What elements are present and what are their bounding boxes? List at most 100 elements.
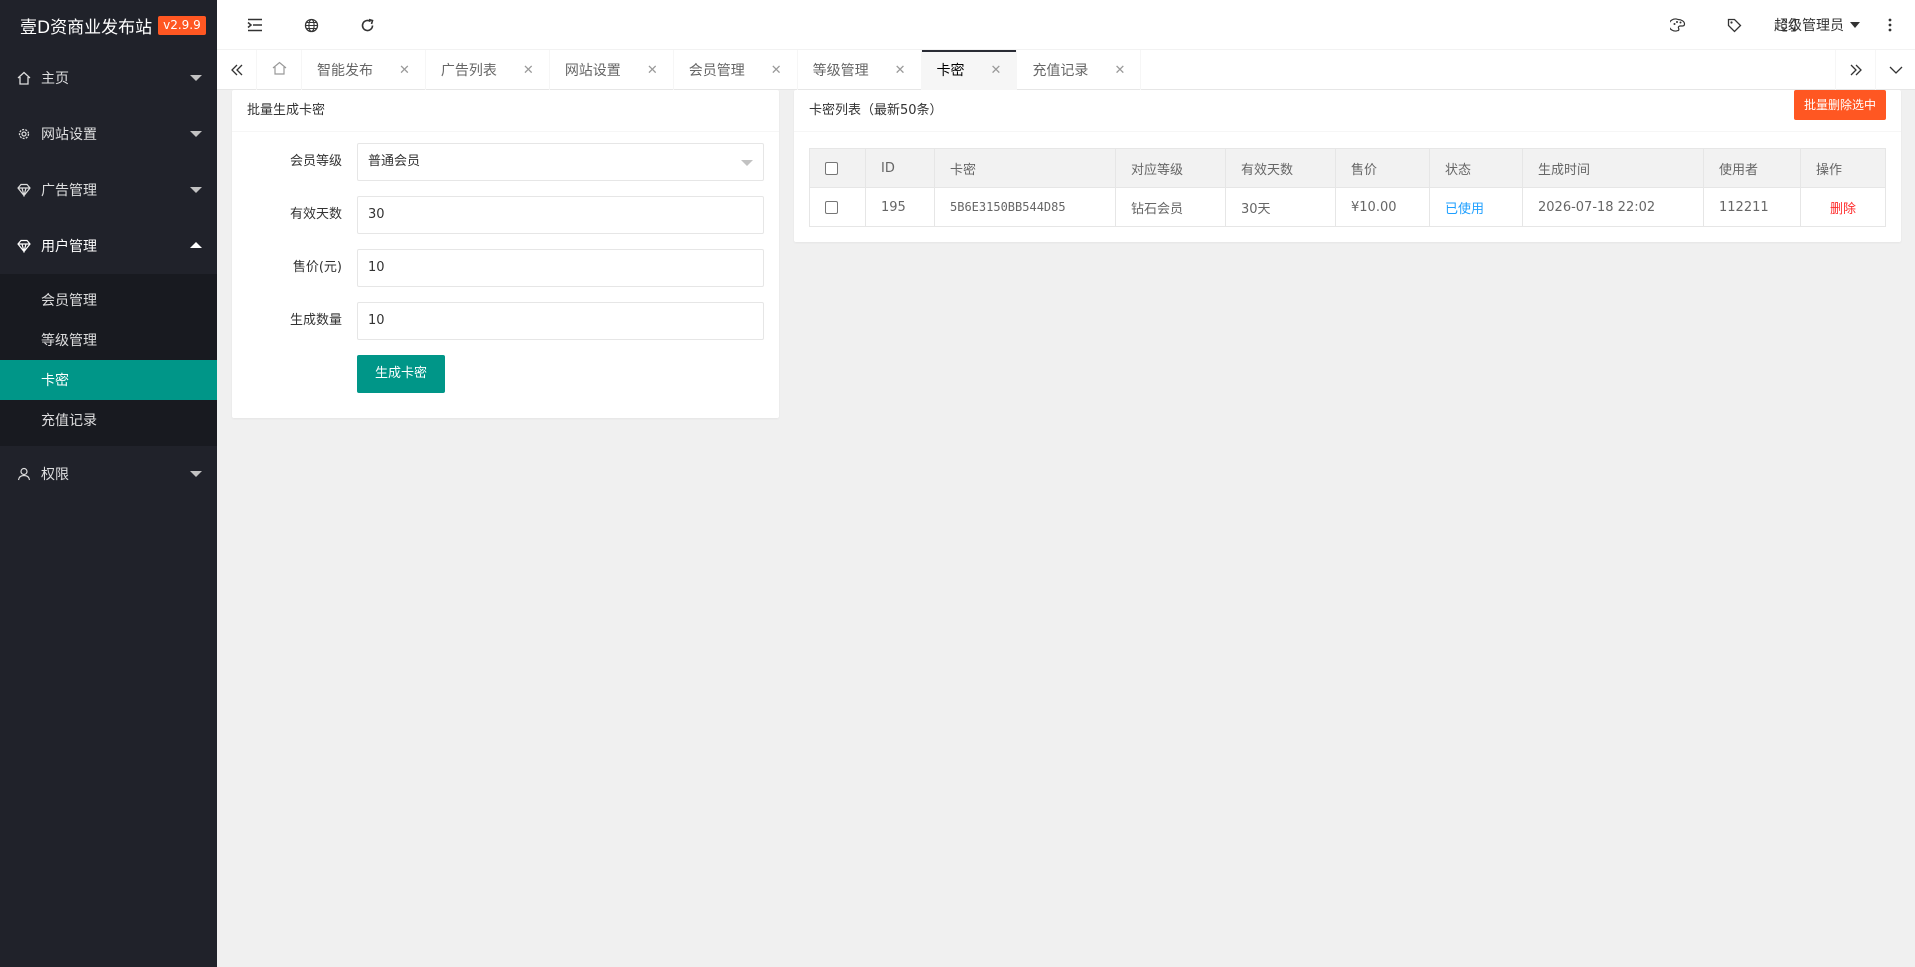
tag-icon[interactable] [1714,0,1754,50]
batch-delete-button[interactable]: 批量删除选中 [1793,90,1886,120]
sidebar-item-home[interactable]: 主页 [0,50,217,106]
menu-toggle-icon[interactable] [235,0,275,50]
close-icon[interactable]: ✕ [523,63,534,78]
chevron-down-icon [741,160,753,166]
cell-days: 30天 [1225,187,1336,227]
user-menu[interactable]: 超级管理员 [1774,0,1860,50]
tab-cards[interactable]: 卡密 ✕ [921,50,1018,90]
chevron-up-icon [190,242,202,248]
column-header: 有效天数 [1225,148,1336,188]
tabs-prev-icon[interactable] [217,50,257,90]
tabs-next-icon[interactable] [1835,50,1875,90]
price-label: 售价(元) [292,260,342,275]
column-header: 售价 [1335,148,1430,188]
count-input[interactable]: 10 [357,302,764,340]
level-label: 会员等级 [289,154,342,169]
sidebar-item-label: 网站设置 [41,127,97,143]
sidebar-item-users[interactable]: 用户管理 [0,218,217,274]
delete-link[interactable]: 删除 [1800,187,1886,227]
tab-home[interactable] [257,50,302,90]
app-title: 壹D资商业发布站 [20,17,153,38]
tab-label: 会员管理 [688,63,745,79]
row-select-cell [809,187,866,227]
level-select[interactable]: 普通会员 [357,143,764,181]
sidebar-item-label: 用户管理 [41,239,97,255]
diamond-icon [16,238,32,254]
theme-icon[interactable] [1658,0,1698,50]
more-vertical-icon[interactable] [1870,0,1910,50]
tab-smart-publish[interactable]: 智能发布 ✕ [302,50,426,90]
sidebar-item-site-settings[interactable]: 网站设置 [0,106,217,162]
sidebar-item-label: 会员管理 [41,293,97,309]
user-icon [16,466,32,482]
sidebar-item-ads[interactable]: 广告管理 [0,162,217,218]
card-table: ID 卡密 对应等级 有效天数 售价 状态 生成时间 使用者 操作 195 5B… [809,148,1886,227]
column-header: 使用者 [1703,148,1801,188]
column-header: 操作 [1800,148,1886,188]
panel-title: 卡密列表（最新50条） [794,90,1901,132]
tab-levels[interactable]: 等级管理 ✕ [798,50,922,90]
tab-label: 广告列表 [440,63,497,79]
home-icon [272,61,287,79]
chevron-down-icon [190,75,202,81]
tab-site-settings[interactable]: 网站设置 ✕ [550,50,674,90]
card-list-panel: 卡密列表（最新50条） 批量删除选中 ID 卡密 对应等级 有效天数 售价 状态… [794,90,1901,242]
close-icon[interactable]: ✕ [399,63,410,78]
row-checkbox[interactable] [825,200,838,214]
sidebar-item-permissions[interactable]: 权限 [0,446,217,502]
days-row: 有效天数 30 [232,196,779,234]
select-all-checkbox[interactable] [825,161,838,175]
version-badge: v2.9.9 [158,15,206,35]
sidebar-item-members[interactable]: 会员管理 [0,280,217,320]
user-name: 超级管理员 [1774,18,1844,34]
close-icon[interactable]: ✕ [895,63,906,78]
tab-ad-list[interactable]: 广告列表 ✕ [426,50,550,90]
close-icon[interactable]: ✕ [1114,63,1125,78]
gear-icon [16,126,32,142]
table-header-row: ID 卡密 对应等级 有效天数 售价 状态 生成时间 使用者 操作 [809,148,1886,188]
sidebar-item-label: 权限 [41,467,69,483]
generate-cards-button[interactable]: 生成卡密 [357,355,446,393]
app-logo[interactable]: 壹D资商业发布站 v2.9.9 [0,0,217,50]
tab-label: 卡密 [936,63,965,79]
card-table-wrap: ID 卡密 对应等级 有效天数 售价 状态 生成时间 使用者 操作 195 5B… [809,148,1886,227]
sidebar-item-label: 卡密 [41,373,69,389]
close-icon[interactable]: ✕ [771,63,782,78]
close-icon[interactable]: ✕ [991,63,1002,78]
table-row: 195 5B6E3150BB544D85 钻石会员 30天 ¥10.00 已使用… [809,187,1886,227]
tab-members[interactable]: 会员管理 ✕ [674,50,798,90]
sidebar-item-levels[interactable]: 等级管理 [0,320,217,360]
cell-id: 195 [865,187,935,227]
chevron-down-icon [190,187,202,193]
price-row: 售价(元) 10 [232,249,779,287]
tab-label: 充值记录 [1032,63,1089,79]
level-row: 会员等级 普通会员 [232,143,779,181]
sidebar-item-label: 主页 [41,71,69,87]
days-input[interactable]: 30 [357,196,764,234]
sidebar-item-label: 广告管理 [41,183,97,199]
chevron-down-icon [190,471,202,477]
sidebar-item-cards[interactable]: 卡密 [0,360,217,400]
home-icon [16,70,32,86]
tab-recharge[interactable]: 充值记录 ✕ [1017,50,1142,90]
sidebar-item-label: 充值记录 [41,413,97,429]
cell-code: 5B6E3150BB544D85 [934,187,1116,227]
diamond-icon [16,182,32,198]
price-input[interactable]: 10 [357,249,764,287]
close-icon[interactable]: ✕ [647,63,658,78]
refresh-icon[interactable] [347,0,387,50]
level-select-value: 普通会员 [368,154,421,169]
users-subnav: 会员管理 等级管理 卡密 充值记录 [0,274,217,446]
tabs-menu-chevron-down-icon[interactable] [1875,50,1915,90]
count-row: 生成数量 10 [232,302,779,340]
sidebar-item-recharge[interactable]: 充值记录 [0,400,217,440]
tab-bar: 智能发布 ✕ 广告列表 ✕ 网站设置 ✕ 会员管理 ✕ 等级管理 ✕ 卡密 ✕ 充值记录 ✕ [217,50,1915,90]
tab-label: 等级管理 [812,63,869,79]
globe-icon[interactable] [291,0,331,50]
column-header: 生成时间 [1522,148,1704,188]
generate-card-panel: 批量生成卡密 会员等级 普通会员 有效天数 30 售价(元) 10 生成数量 1… [232,90,779,418]
cell-level: 钻石会员 [1115,187,1226,227]
column-header: 状态 [1429,148,1523,188]
column-header: 卡密 [934,148,1116,188]
cell-user: 112211 [1703,187,1801,227]
